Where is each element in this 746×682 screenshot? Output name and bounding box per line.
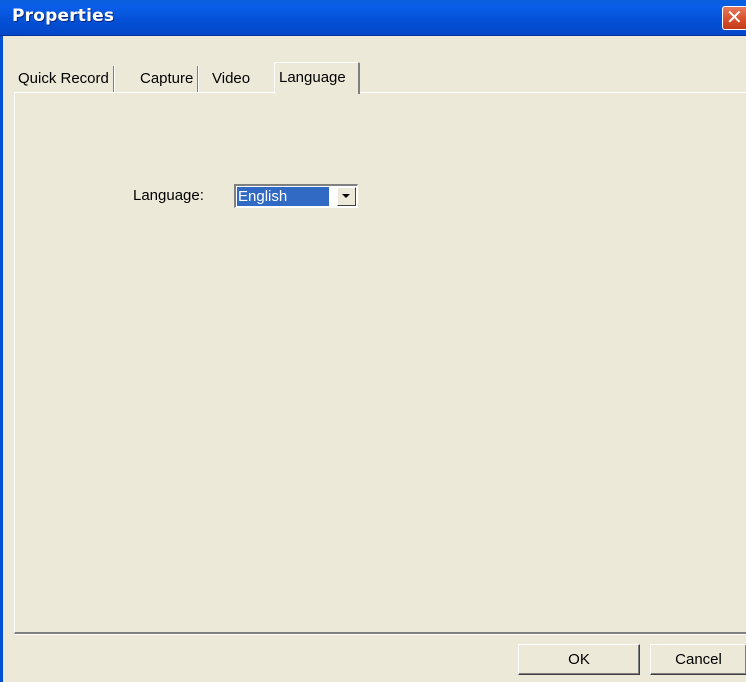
tab-language[interactable]: Language — [274, 62, 360, 94]
language-label: Language: — [133, 187, 204, 204]
title-bar[interactable]: Properties ✕ — [0, 0, 746, 36]
close-icon: ✕ — [726, 5, 743, 29]
cancel-button[interactable]: Cancel — [650, 644, 746, 675]
window-left-border — [0, 36, 3, 682]
tab-video[interactable]: Video — [208, 66, 254, 92]
window-title: Properties — [12, 6, 115, 26]
tab-capture[interactable]: Capture — [136, 66, 199, 92]
tab-quick-record[interactable]: Quick Record — [14, 66, 114, 92]
properties-dialog: Properties ✕ Quick Record Capture Video … — [0, 0, 746, 682]
language-dropdown-button[interactable] — [337, 187, 356, 206]
footer-divider — [14, 634, 746, 635]
close-button[interactable]: ✕ — [722, 5, 746, 30]
tab-panel-language — [14, 92, 746, 634]
language-selected-value: English — [237, 187, 329, 206]
ok-button[interactable]: OK — [518, 644, 640, 675]
chevron-down-icon — [342, 194, 350, 198]
language-select[interactable]: English — [234, 184, 358, 208]
